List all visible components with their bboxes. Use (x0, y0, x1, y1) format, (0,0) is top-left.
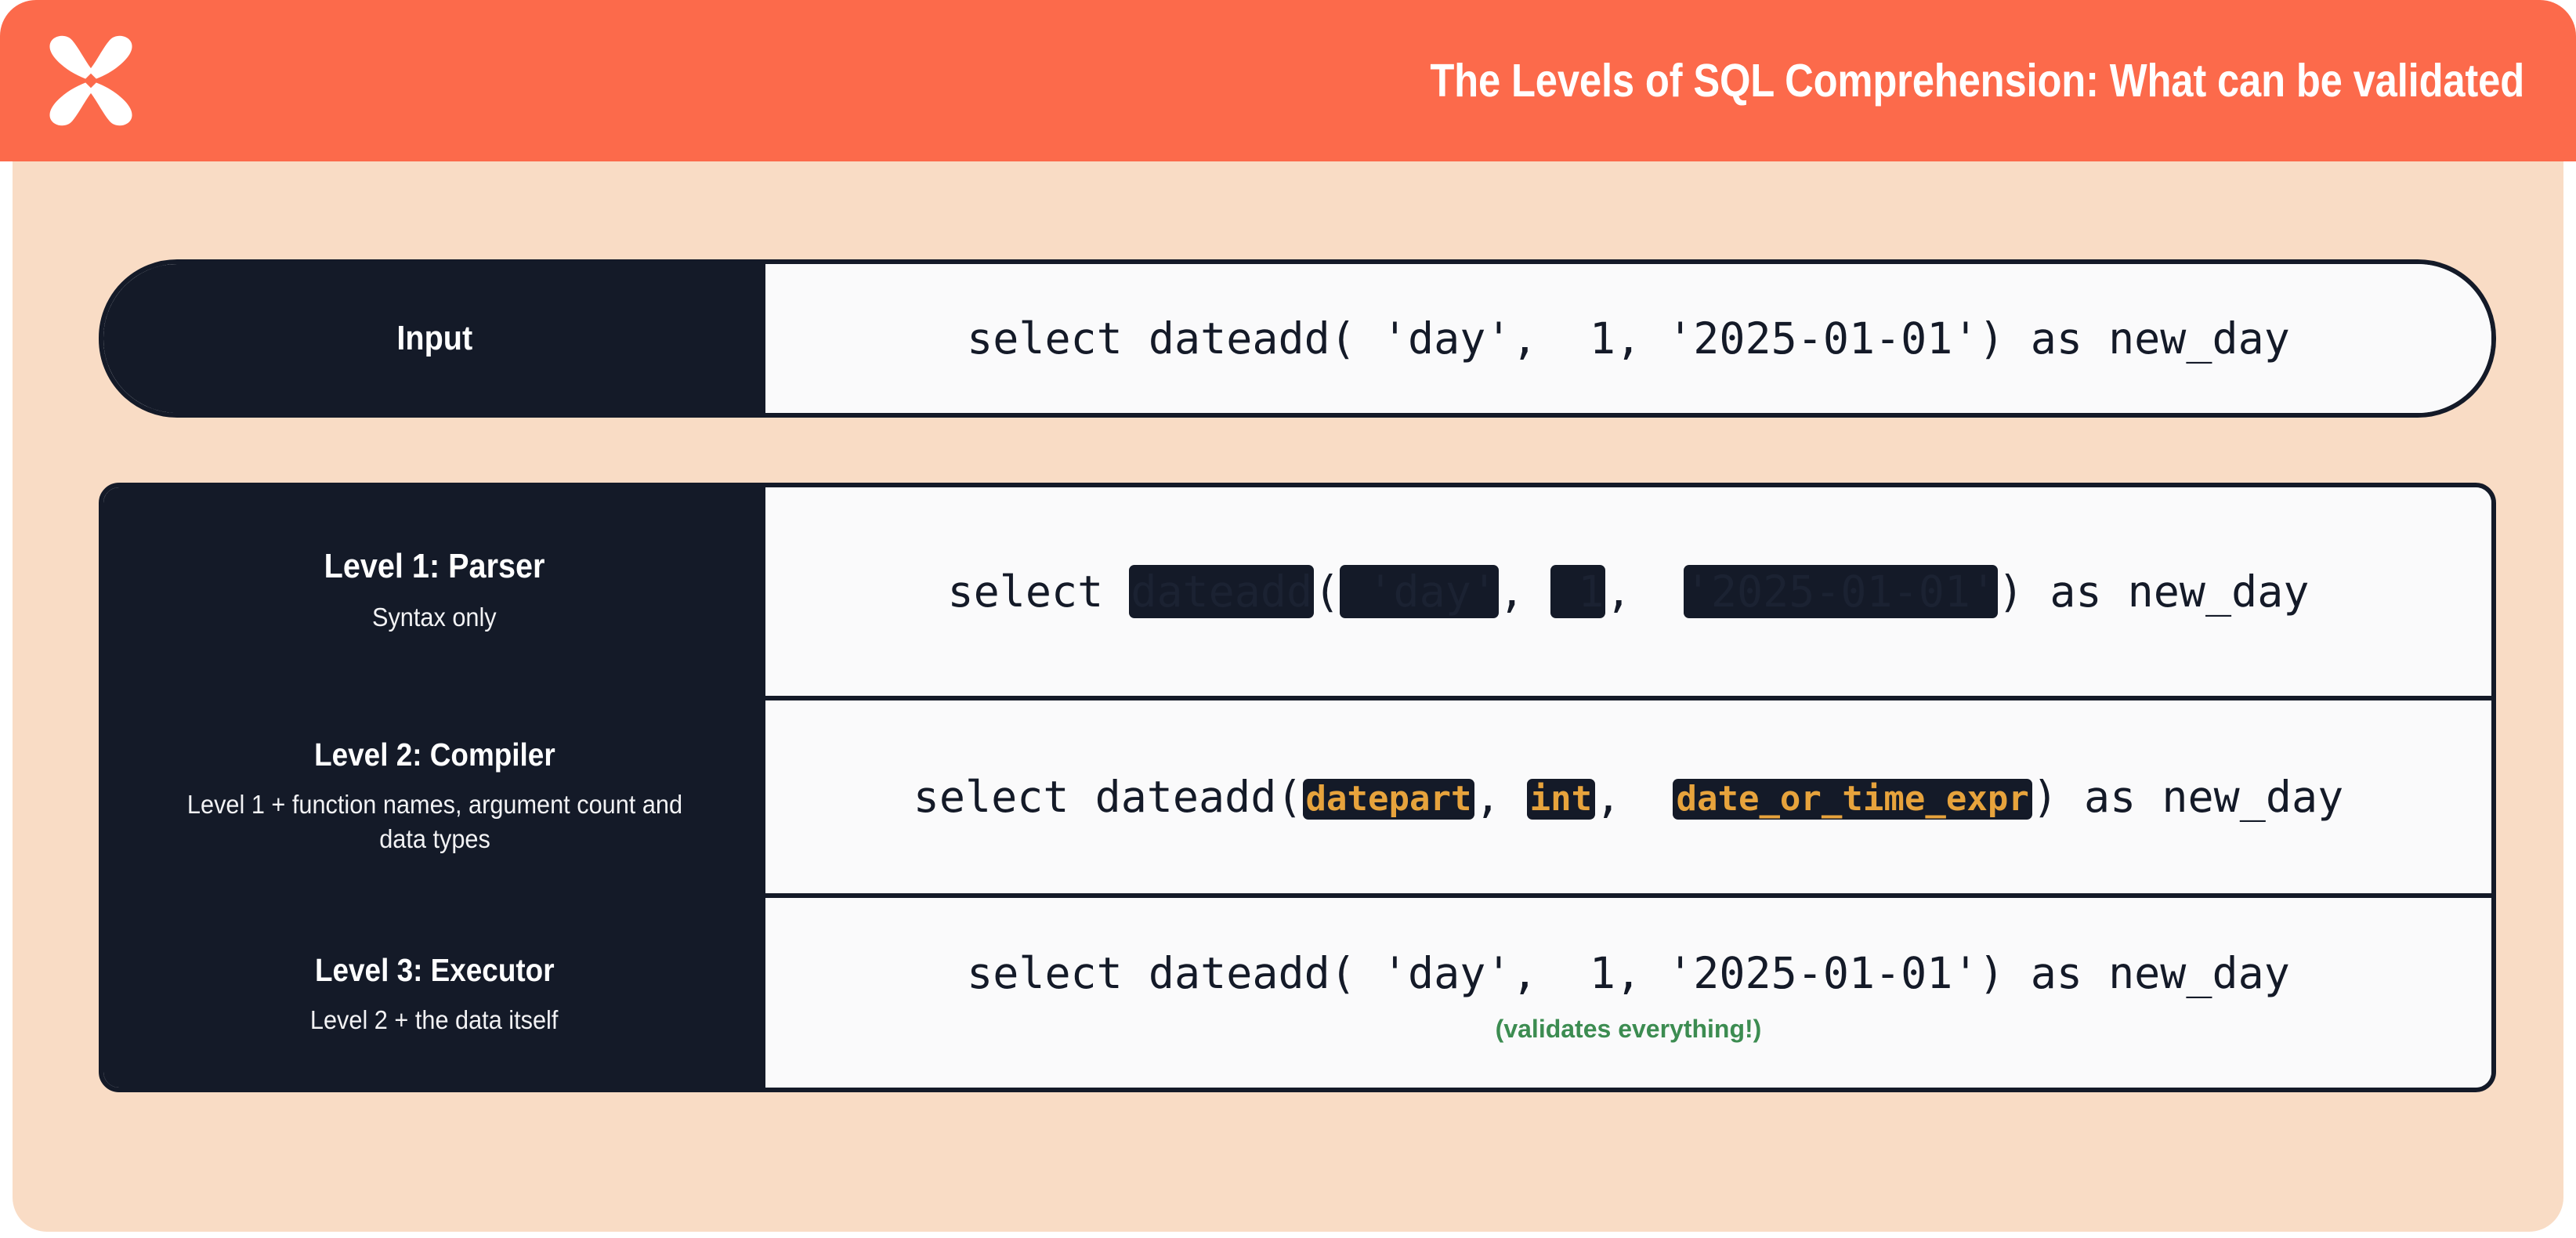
infographic-root: The Levels of SQL Comprehension: What ca… (0, 0, 2576, 1238)
page-title: The Levels of SQL Comprehension: What ca… (1430, 55, 2524, 107)
level-2-code-line: select dateadd(datepart, int, date_or_ti… (914, 770, 2343, 824)
level-1-title: Level 1: Parser (324, 547, 545, 586)
highlighted-token: int (1526, 778, 1596, 820)
body-panel: Input select dateadd( 'day', 1, '2025-01… (13, 161, 2563, 1232)
validation-note: (validates everything!) (1495, 1014, 1762, 1043)
code-text: , (1498, 566, 1551, 617)
level-row-1: Level 1: Parser Syntax only select datea… (103, 487, 2491, 696)
level-2-code-cell: select dateadd(datepart, int, date_or_ti… (765, 700, 2491, 893)
level-1-subtitle: Syntax only (372, 603, 497, 632)
highlighted-token: date_or_time_expr (1673, 778, 2032, 820)
input-row: Input select dateadd( 'day', 1, '2025-01… (103, 264, 2491, 413)
level-2-label-cell: Level 2: Compiler Level 1 + function nam… (103, 700, 765, 893)
input-label-cell: Input (103, 264, 765, 413)
code-text: ) as new_day (1998, 566, 2310, 617)
levels-card: Level 1: Parser Syntax only select datea… (99, 483, 2496, 1092)
level-2-title: Level 2: Compiler (313, 736, 555, 773)
code-text: , (1474, 771, 1527, 822)
code-text: select dateadd( 'day', 1, '2025-01-01') … (967, 313, 2290, 364)
redacted-token: '2025-01-01' (1683, 564, 1999, 619)
code-text: , (1605, 566, 1684, 617)
level-3-subtitle: Level 2 + the data itself (310, 1005, 559, 1034)
highlighted-token: datepart (1302, 778, 1475, 820)
code-text: , (1595, 771, 1673, 822)
input-code-cell: select dateadd( 'day', 1, '2025-01-01') … (765, 264, 2491, 413)
redacted-token: dateadd (1129, 564, 1315, 619)
level-3-code-cell: select dateadd( 'day', 1, '2025-01-01') … (765, 898, 2491, 1088)
header-band: The Levels of SQL Comprehension: What ca… (0, 0, 2576, 161)
code-text: ) as new_day (2031, 771, 2344, 822)
level-3-code-line: select dateadd( 'day', 1, '2025-01-01') … (967, 947, 2290, 1001)
level-1-code-line: select dateadd( 'day', 1, '2025-01-01') … (947, 564, 2310, 619)
level-1-code-cell: select dateadd( 'day', 1, '2025-01-01') … (765, 487, 2491, 696)
code-text: ( (1314, 566, 1340, 617)
level-row-3: Level 3: Executor Level 2 + the data its… (103, 898, 2491, 1088)
input-code-line: select dateadd( 'day', 1, '2025-01-01') … (967, 312, 2290, 366)
level-2-subtitle: Level 1 + function names, argument count… (186, 789, 682, 853)
code-text: select (947, 566, 1130, 617)
code-text: select dateadd( 'day', 1, '2025-01-01') … (967, 948, 2290, 999)
input-card: Input select dateadd( 'day', 1, '2025-01… (99, 259, 2496, 418)
redacted-token: 'day' (1340, 564, 1499, 619)
code-text: select dateadd( (913, 771, 1303, 822)
level-row-2: Level 2: Compiler Level 1 + function nam… (103, 700, 2491, 893)
xray-logo-icon (49, 35, 132, 126)
input-label: Input (396, 318, 472, 357)
redacted-token: 1 (1550, 564, 1606, 619)
level-3-title: Level 3: Executor (314, 951, 555, 988)
level-3-label-cell: Level 3: Executor Level 2 + the data its… (103, 898, 765, 1088)
level-1-label-cell: Level 1: Parser Syntax only (103, 487, 765, 696)
